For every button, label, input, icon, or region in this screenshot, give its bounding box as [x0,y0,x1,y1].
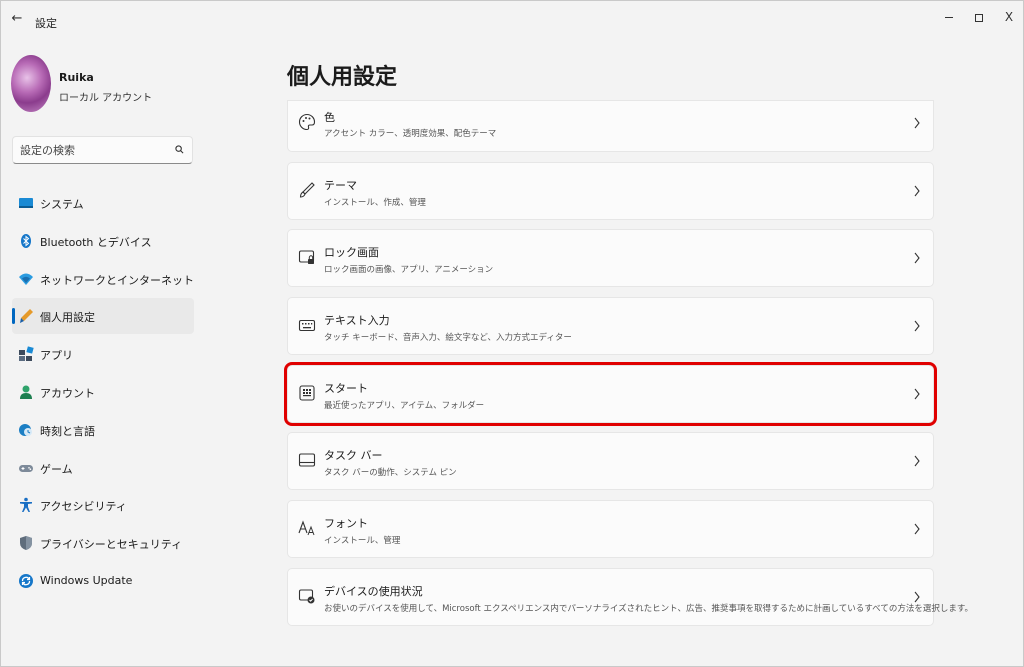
sidebar-item-label: アプリ [40,349,73,363]
sidebar-nav: システム Bluetooth とデバイス ネットワークとインターネット 個人用設… [12,185,194,601]
card-title: スタート [324,381,368,395]
sidebar-item-label: 時刻と言語 [40,424,95,438]
sidebar-item-label: ゲーム [40,462,73,476]
privacy-shield-icon [20,536,32,551]
chevron-right-icon [914,320,920,332]
sidebar-item-windows-update[interactable]: Windows Update [12,563,194,599]
chevron-right-icon [914,591,920,603]
card-subtitle: お使いのデバイスを使用して、Microsoft エクスペリエンス内でパーソナライ… [324,603,973,614]
sidebar-item-label: Bluetooth とデバイス [40,235,152,249]
sidebar-item-time-language[interactable]: 時刻と言語 [12,412,194,448]
minimize-icon [945,17,953,18]
chevron-right-icon [914,388,920,400]
device-usage-icon [298,589,315,604]
card-start[interactable]: スタート 最近使ったアプリ、アイテム、フォルダー [284,361,937,426]
card-fonts[interactable]: フォント インストール、管理 [287,500,934,559]
maximize-icon [975,13,983,22]
apps-icon [19,346,34,362]
lock-screen-icon [298,250,315,265]
page-title: 個人用設定 [287,65,398,90]
sidebar-item-privacy-security[interactable]: プライバシーとセキュリティ [12,525,194,561]
chevron-right-icon [914,456,920,467]
settings-search-box[interactable] [12,136,193,164]
sidebar-item-bluetooth[interactable]: Bluetooth とデバイス [12,223,194,259]
card-lock-screen[interactable]: ロック画面 ロック画面の画像、アプリ、アニメーション [287,229,934,288]
sidebar-item-label: Windows Update [40,573,133,587]
card-title: テーマ [324,178,357,192]
sidebar-item-apps[interactable]: アプリ [12,336,194,372]
card-title: タスク バー [324,449,383,463]
sidebar-item-personalization[interactable]: 個人用設定 [12,298,194,335]
network-icon [19,273,33,285]
card-subtitle: タスク バーの動作、システム ピン [324,468,457,479]
card-colors[interactable]: 色 アクセント カラー、透明度効果、配色テーマ [287,100,934,152]
account-type: ローカル アカウント [59,93,153,104]
palette-icon [299,113,316,131]
card-title: テキスト入力 [324,314,390,328]
sidebar-item-accounts[interactable]: アカウント [12,374,194,410]
sidebar-item-label: アクセシビリティ [40,500,127,514]
windows-update-icon [19,573,33,588]
sidebar-item-label: 個人用設定 [40,311,95,325]
card-title: 色 [324,111,335,124]
settings-window: ← 設定 X Ruika ローカル アカウント システム Bl [0,0,1024,667]
card-subtitle: インストール、管理 [324,536,401,547]
accessibility-icon [20,498,32,513]
personalization-icon [20,309,33,324]
card-text-input[interactable]: テキスト入力 タッチ キーボード、音声入力、絵文字など、入力方式エディター [287,297,934,356]
sidebar-item-gaming[interactable]: ゲーム [12,450,194,486]
avatar[interactable] [11,55,51,112]
card-themes[interactable]: テーマ インストール、作成、管理 [287,161,934,220]
account-icon [20,385,32,399]
brush-icon [299,181,315,198]
search-input[interactable] [20,143,170,157]
app-title: 設定 [35,17,57,30]
taskbar-icon [298,453,316,467]
card-subtitle: 最近使ったアプリ、アイテム、フォルダー [324,400,485,411]
sidebar-item-label: ネットワークとインターネット [40,273,194,287]
card-title: デバイスの使用状況 [324,584,423,598]
chevron-right-icon [914,185,920,197]
back-button[interactable]: ← [9,11,25,27]
title-bar: ← 設定 X [1,1,1023,35]
user-name: Ruika [59,71,94,84]
chevron-right-icon [914,117,920,129]
settings-card-list: 色 アクセント カラー、透明度効果、配色テーマ テーマ インストール、作成、管理… [284,100,973,636]
start-icon [299,385,315,401]
sidebar-item-accessibility[interactable]: アクセシビリティ [12,487,194,523]
card-taskbar[interactable]: タスク バー タスク バーの動作、システム ピン [287,432,934,491]
chevron-right-icon [914,253,920,264]
maximize-button[interactable] [964,7,994,27]
chevron-right-icon [914,523,920,535]
card-subtitle: インストール、作成、管理 [324,197,426,208]
sidebar-item-label: プライバシーとセキュリティ [40,538,183,552]
system-icon [19,198,33,208]
minimize-button[interactable] [934,7,964,27]
sidebar-item-network[interactable]: ネットワークとインターネット [12,261,194,297]
card-title: フォント [324,517,368,531]
sidebar-item-label: システム [40,198,84,211]
close-button[interactable]: X [994,7,1024,27]
card-device-usage[interactable]: デバイスの使用状況 お使いのデバイスを使用して、Microsoft エクスペリエ… [287,567,973,626]
bluetooth-icon [21,233,31,248]
card-title: ロック画面 [324,246,379,260]
card-subtitle: タッチ キーボード、音声入力、絵文字など、入力方式エディター [324,333,572,344]
sidebar-item-label: アカウント [40,386,95,400]
search-icon[interactable] [175,145,184,154]
font-icon [298,520,315,536]
gaming-icon [19,464,33,472]
card-subtitle: ロック画面の画像、アプリ、アニメーション [324,265,494,276]
keyboard-icon [298,320,316,332]
sidebar-item-system[interactable]: システム [12,185,194,221]
card-subtitle: アクセント カラー、透明度効果、配色テーマ [324,129,497,139]
time-language-icon [19,423,32,436]
